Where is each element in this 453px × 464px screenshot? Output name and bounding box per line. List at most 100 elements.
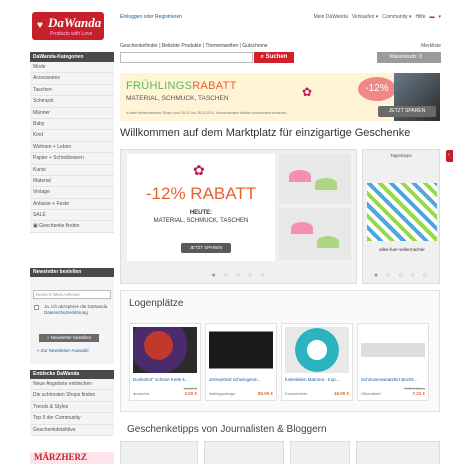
discover-item-new[interactable]: Neue Angebote entdecken — [30, 379, 114, 391]
page: ♥ DaWanda Products with Love Einloggen o… — [0, 0, 453, 464]
product-image — [285, 327, 349, 373]
journalist-thumb[interactable] — [120, 441, 198, 464]
product-shop[interactable]: dunkelrot — [133, 391, 149, 396]
sidebar-item-kind[interactable]: Kind — [30, 130, 114, 142]
sidebar-heading: DaWanda-Kategorien — [30, 52, 114, 62]
hero-line2: MATERIAL, SCHMUCK, TASCHEN — [153, 218, 249, 224]
product-card[interactable]: Dunkelrot" schöne Kette k... 10.00 € dun… — [129, 323, 201, 401]
register-link[interactable]: Registrieren — [155, 14, 182, 20]
subscribe-button[interactable]: » Newsletter bestellen — [39, 334, 99, 342]
merkliste-link[interactable]: Merkliste — [421, 43, 441, 49]
sidebar-item-anlaesse[interactable]: Anlässe + Feste — [30, 198, 114, 211]
journalists-heading: Geschenketipps von Journalisten & Blogge… — [127, 424, 327, 435]
tips-image[interactable] — [367, 183, 437, 241]
butterfly-icon: ✿ — [302, 85, 313, 99]
product-name[interactable]: Schmusesweatshirt Bezirk... — [361, 377, 427, 382]
discover-item-shops[interactable]: Die schönsten Shops finden — [30, 390, 114, 402]
flag-icon[interactable]: ▬ — [429, 14, 434, 20]
sidebar-item-baby[interactable]: Baby — [30, 118, 114, 131]
welcome-heading: Willkommen auf dem Marktplatz für einzig… — [120, 127, 411, 139]
product-shop[interactable]: lieblingsdesign — [209, 391, 235, 396]
discover-item-trends[interactable]: Trends & Styles — [30, 401, 114, 414]
journalist-thumb[interactable] — [204, 441, 284, 464]
product-shop[interactable]: Silberdistel — [361, 391, 381, 396]
banner-cta-button[interactable]: JETZT SPAREN — [378, 106, 436, 117]
hero-slide: ✿ -12% RABATT HEUTE: MATERIAL, SCHMUCK, … — [127, 154, 275, 261]
sidebar-item-mode[interactable]: Mode — [30, 62, 114, 74]
discover-heading: Entdecke DaWanda — [30, 370, 114, 379]
language-dropdown[interactable]: ▾ — [438, 14, 441, 20]
product-price: 16.00 € — [333, 391, 349, 396]
heart-icon: ♥ — [37, 20, 43, 31]
consent-checkbox[interactable] — [34, 305, 39, 310]
product-name[interactable]: Jerseykleid schwingend... — [209, 377, 275, 382]
sidebar-item-schmuck[interactable]: Schmuck — [30, 96, 114, 108]
nav-sell[interactable]: Verkaufen ▾ — [352, 14, 378, 20]
or-text: oder — [143, 14, 154, 20]
nav-help[interactable]: Hilfe — [415, 14, 425, 20]
hero-photo-top — [279, 154, 351, 204]
product-card[interactable]: funkelalien Mamma - trop... Kreisverkehr… — [281, 323, 353, 401]
newsletter-heading: Newsletter bestellen — [30, 268, 114, 277]
product-card[interactable]: Schmusesweatshirt Bezirk... 7.22 € Grun … — [357, 323, 429, 401]
nav-community[interactable]: Community ▾ — [382, 14, 411, 20]
hero-photo-bottom — [279, 208, 351, 260]
email-field[interactable]: Deine E-Mail-Adresse — [33, 290, 111, 299]
login-link[interactable]: Einloggen — [120, 14, 142, 20]
banner-title-a: FRÜHLINGS — [126, 80, 193, 92]
logo-text: DaWanda — [48, 15, 102, 30]
product-price: 7.22 € — [412, 391, 425, 396]
hero-cta-button[interactable]: JETZT SPAREN — [181, 243, 231, 253]
privacy-link[interactable]: Datenschutzerklärung — [44, 310, 88, 315]
tips-heading: Tagestipps — [390, 153, 412, 158]
hero-pagination[interactable]: ● ○ ○ ○ ○ — [121, 272, 358, 279]
discover-item-top5[interactable]: Top 5 der Community — [30, 413, 114, 425]
search-button-label: Suchen — [265, 54, 288, 60]
hero-percent: -12% RABATT — [145, 184, 257, 203]
sidebar-item-geschenke[interactable]: ▣ Geschenke finden — [30, 221, 114, 233]
search-input[interactable] — [120, 52, 253, 63]
tips-pagination[interactable]: ● ○ ○ ○ ○ — [363, 272, 441, 279]
newsletter-box: Newsletter bestellen Deine E-Mail-Adress… — [30, 268, 114, 364]
sidebar-item-vintage[interactable]: Vintage — [30, 187, 114, 199]
feedback-tab[interactable]: ‹ — [446, 150, 453, 162]
user-nav: Mein DaWanda Verkaufen ▾ Community ▾ Hil… — [314, 14, 441, 20]
nav-my-dawanda[interactable]: Mein DaWanda — [314, 14, 348, 20]
marzherz-banner[interactable]: MÄRZHERZ — [30, 452, 114, 464]
product-name[interactable]: funkelalien Mamma - trop... — [285, 377, 351, 382]
sidebar-item-maenner[interactable]: Männer — [30, 107, 114, 119]
banner-subtitle: MATERIAL, SCHMUCK, TASCHEN — [126, 95, 229, 102]
cart-button[interactable]: 🛒 Warenkorb: 0 — [377, 52, 441, 63]
sidebar-item-material[interactable]: Material — [30, 175, 114, 188]
product-card[interactable]: Jerseykleid schwingend... lieblingsdesig… — [205, 323, 277, 401]
sidebar-item-taschen[interactable]: Taschen — [30, 84, 114, 97]
product-shop[interactable]: Kreisverkehr — [285, 391, 307, 396]
product-price: 3.00 € — [184, 391, 197, 396]
sidebar-item-sale[interactable]: SALE — [30, 210, 114, 222]
dawanda-logo[interactable]: ♥ DaWanda Products with Love — [32, 12, 104, 40]
discover-box: Entdecke DaWanda Neue Angebote entdecken… — [30, 370, 114, 436]
sidebar-item-papier[interactable]: Papier + Schreibwaren — [30, 153, 114, 165]
consent-text: Ja, ich akzeptiere die DaWanda Datenschu… — [44, 304, 112, 316]
sidebar-item-kunst[interactable]: Kunst — [30, 164, 114, 176]
logenplaetze-heading: Logenplätze — [129, 298, 184, 309]
consent-label: Ja, ich akzeptiere die DaWanda — [44, 304, 108, 309]
category-links[interactable]: Geschenkefinder | Beliebte Produkte | Th… — [120, 43, 268, 49]
newsletter-archive-link[interactable]: » Zur Newsletter-Auswahl — [37, 348, 89, 353]
journalist-thumb[interactable] — [290, 441, 350, 464]
product-name[interactable]: Dunkelrot" schöne Kette k... — [133, 377, 199, 382]
tips-caption[interactable]: alles-fuer-sellermacher — [363, 247, 441, 252]
sidebar-item-wohnen[interactable]: Wohnen + Leben — [30, 141, 114, 154]
sidebar-item-label: Geschenke finden — [39, 223, 80, 230]
sidebar-item-accessoires[interactable]: Accessoires — [30, 73, 114, 85]
logenplaetze-section: Logenplätze Dunkelrot" schöne Kette k...… — [120, 290, 440, 412]
discount-badge: -12% — [358, 77, 396, 101]
discover-item-detectives[interactable]: Geschenkdetektive — [30, 424, 114, 436]
logo-tagline: Products with Love — [50, 31, 93, 37]
search-button[interactable]: ⌕ Suchen — [254, 52, 294, 63]
spring-sale-banner[interactable]: FRÜHLINGSRABATT MATERIAL, SCHMUCK, TASCH… — [120, 73, 440, 121]
hero-carousel[interactable]: ✿ -12% RABATT HEUTE: MATERIAL, SCHMUCK, … — [120, 149, 357, 284]
journalist-thumb[interactable] — [356, 441, 440, 464]
product-price: 80.00 € — [257, 391, 273, 396]
banner-fineprint: In allen teilnehmenden Shops vom 18.03. … — [126, 111, 288, 115]
